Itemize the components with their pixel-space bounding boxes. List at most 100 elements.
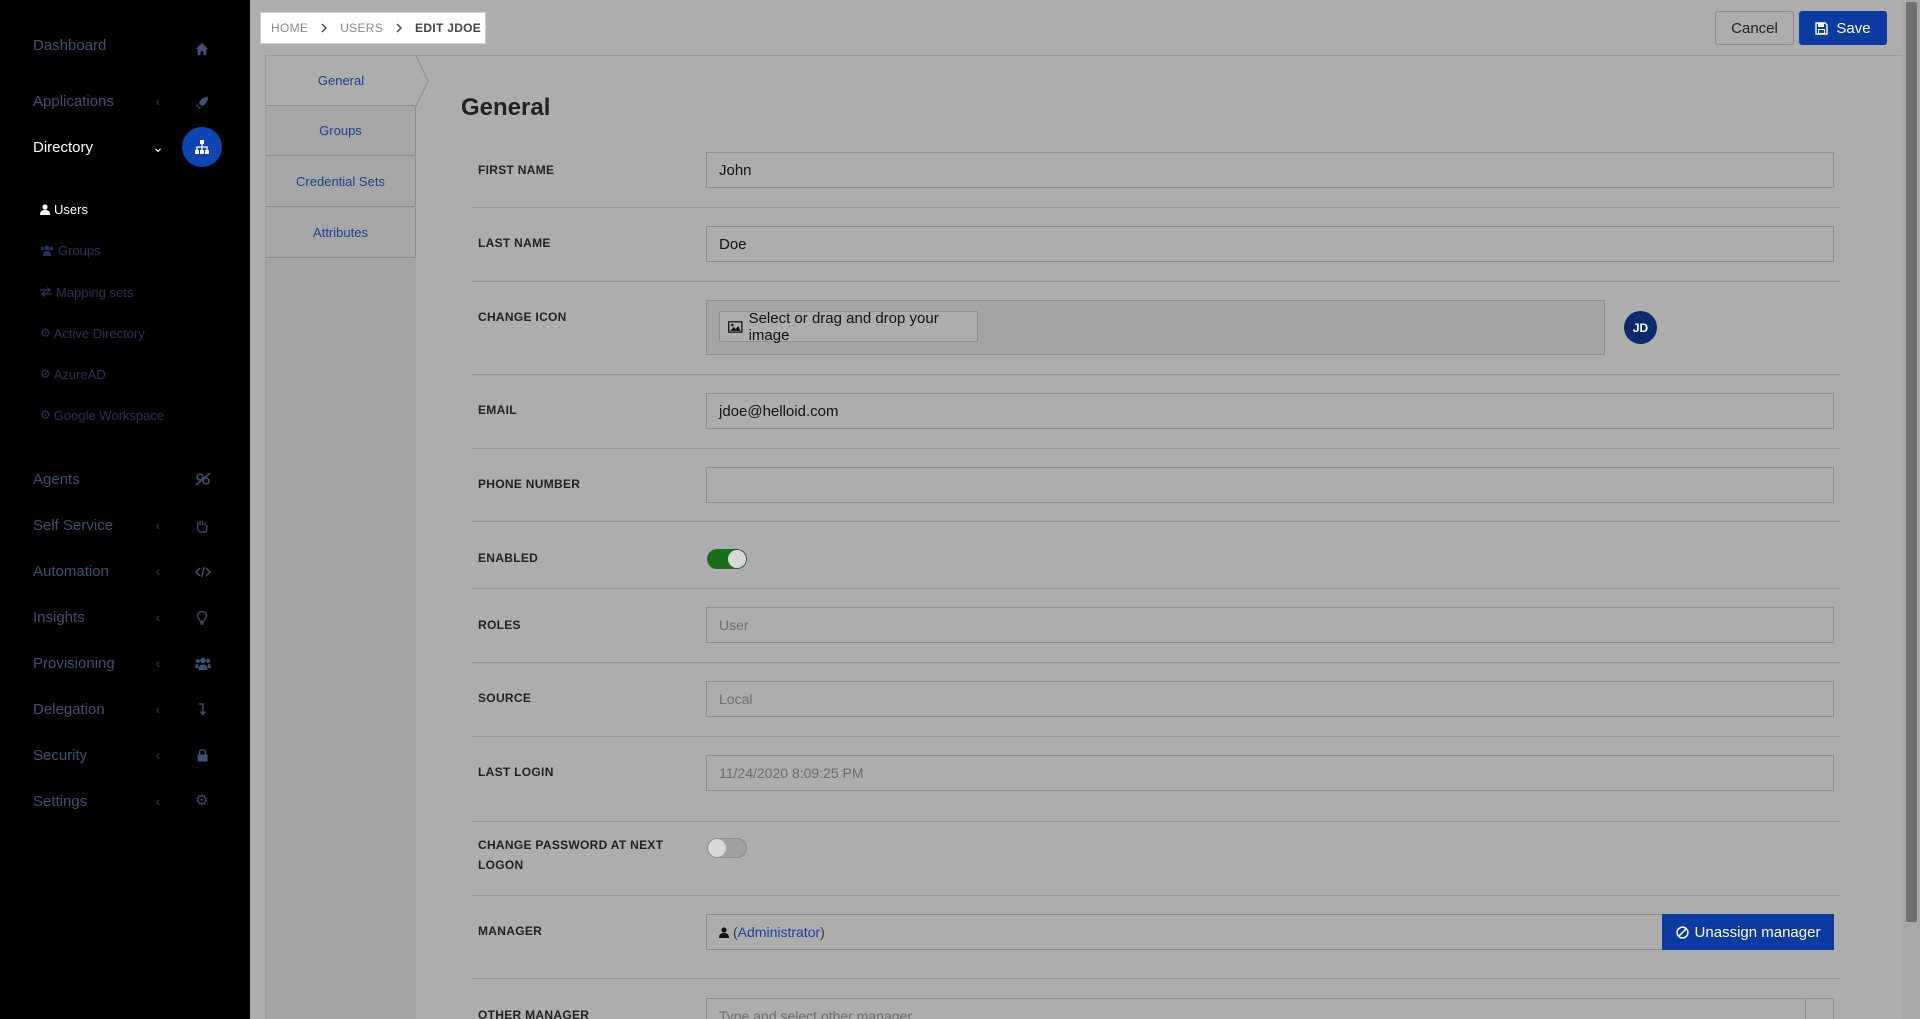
sidebar-item-insights[interactable]: Insights ‹ [33,602,223,632]
user-icon [40,203,50,215]
breadcrumb-current: EDIT JDOE [415,21,482,35]
row-divider [472,978,1840,979]
sidebar-subitem-google-workspace[interactable]: ⚙ Google Workspace [40,404,164,426]
avatar: JD [1624,311,1657,344]
users-icon [195,657,211,670]
chevron-left-icon: ‹ [155,747,161,763]
sidebar-item-self-service[interactable]: Self Service ‹ [33,510,223,540]
row-divider [472,662,1840,663]
enabled-toggle[interactable] [707,549,747,569]
gear-icon: ⚙ [40,408,51,422]
image-icon [728,320,743,333]
row-divider [472,281,1840,282]
chevron-down-icon: ⌄ [152,139,164,155]
last-name-input[interactable]: Doe [706,226,1834,262]
row-divider [472,448,1840,449]
sidebar-item-agents[interactable]: Agents [33,464,223,494]
sidebar-subitem-azuread[interactable]: ⚙ AzureAD [40,363,106,385]
scrollbar-thumb[interactable] [1906,2,1917,922]
email-label: EMAIL [478,403,517,417]
sidebar-item-automation[interactable]: Automation ‹ [33,556,223,586]
tab-list: General Groups Credential Sets Attribute… [266,56,429,1019]
cancel-button[interactable]: Cancel [1715,11,1794,45]
sidebar-item-directory[interactable]: Directory ⌄ [33,127,223,167]
other-manager-label: OTHER MANAGER [478,1008,590,1019]
source-label: SOURCE [478,691,532,705]
hand-icon [196,520,208,533]
chevron-left-icon: ‹ [155,793,161,809]
first-name-label: FIRST NAME [478,163,555,177]
sidebar-subitem-active-directory[interactable]: ⚙ Active Directory [40,322,145,344]
change-password-toggle[interactable] [707,838,747,858]
sidebar-item-applications[interactable]: Applications ‹ [33,86,223,116]
dropdown-caret-icon[interactable] [1805,999,1833,1019]
breadcrumb-home[interactable]: HOME [271,21,308,35]
gear-icon: ⚙ [195,792,209,809]
change-icon-label: CHANGE ICON [478,310,567,324]
select-image-button[interactable]: Select or drag and drop your image [719,310,978,344]
email-input[interactable]: jdoe@helloid.com [706,393,1834,429]
sidebar-subitem-mapping-sets[interactable]: Mapping sets [40,281,133,303]
first-name-input[interactable]: John [706,152,1834,188]
rocket-icon [195,96,209,110]
toggle-knob [728,550,746,568]
user-icon [719,926,729,938]
sitemap-icon [195,140,209,154]
lock-icon [197,749,208,762]
manager-field: (Administrator) [706,914,1663,950]
row-divider [472,374,1840,375]
section-title: General [461,94,551,121]
sidebar-item-dashboard[interactable]: Dashboard [33,30,223,60]
manager-label: MANAGER [478,924,543,938]
active-tab-pointer [416,56,429,106]
tab-groups[interactable]: Groups [266,106,416,156]
sidebar-subitem-groups[interactable]: Groups [40,239,101,261]
image-dropzone[interactable]: Select or drag and drop your image [706,300,1605,355]
floppy-disk-icon [1815,21,1829,35]
chevron-left-icon: ‹ [155,701,161,717]
chevron-left-icon: ‹ [155,563,161,579]
row-divider [472,588,1840,589]
sidebar-item-provisioning[interactable]: Provisioning ‹ [33,648,223,678]
code-icon [195,566,211,578]
save-button[interactable]: Save [1799,11,1887,45]
last-name-label: LAST NAME [478,236,551,250]
chevron-left-icon: ‹ [155,609,161,625]
users-icon [40,245,54,256]
sidebar-item-settings[interactable]: Settings ‹ ⚙ [33,786,223,816]
ban-icon [1675,925,1689,939]
gear-icon: ⚙ [40,367,51,381]
change-password-label: CHANGE PASSWORD AT NEXT LOGON [478,838,664,872]
phone-number-input[interactable] [706,467,1834,503]
tab-credential-sets[interactable]: Credential Sets [266,157,416,207]
manager-link[interactable]: Administrator [738,924,820,940]
row-divider [472,736,1840,737]
agents-icon [195,472,211,486]
exchange-icon [40,287,52,297]
sidebar-subitem-users[interactable]: Users [40,198,88,220]
home-icon [195,42,209,56]
chevron-right-icon [396,23,403,33]
breadcrumb-users[interactable]: USERS [340,21,383,35]
sidebar-item-security[interactable]: Security ‹ [33,740,223,770]
other-manager-select[interactable]: Type and select other manager [706,998,1834,1019]
last-login-field: 11/24/2020 8:09:25 PM [706,755,1834,791]
sidebar-item-delegation[interactable]: Delegation ‹ [33,694,223,724]
row-divider [472,821,1840,822]
gear-icon: ⚙ [40,326,51,340]
roles-label: ROLES [478,618,521,632]
roles-field: User [706,607,1834,643]
row-divider [472,521,1840,522]
source-field: Local [706,681,1834,717]
row-divider [472,895,1840,896]
row-divider [472,207,1840,208]
lightbulb-icon [197,611,207,625]
tab-general[interactable]: General [266,56,416,106]
chevron-left-icon: ‹ [155,517,161,533]
chevron-left-icon: ‹ [155,93,161,109]
unassign-manager-button[interactable]: Unassign manager [1662,914,1834,950]
page-scrollbar[interactable] [1903,0,1920,1019]
tab-attributes[interactable]: Attributes [266,208,416,258]
enabled-label: ENABLED [478,551,539,565]
chevron-left-icon: ‹ [155,655,161,671]
